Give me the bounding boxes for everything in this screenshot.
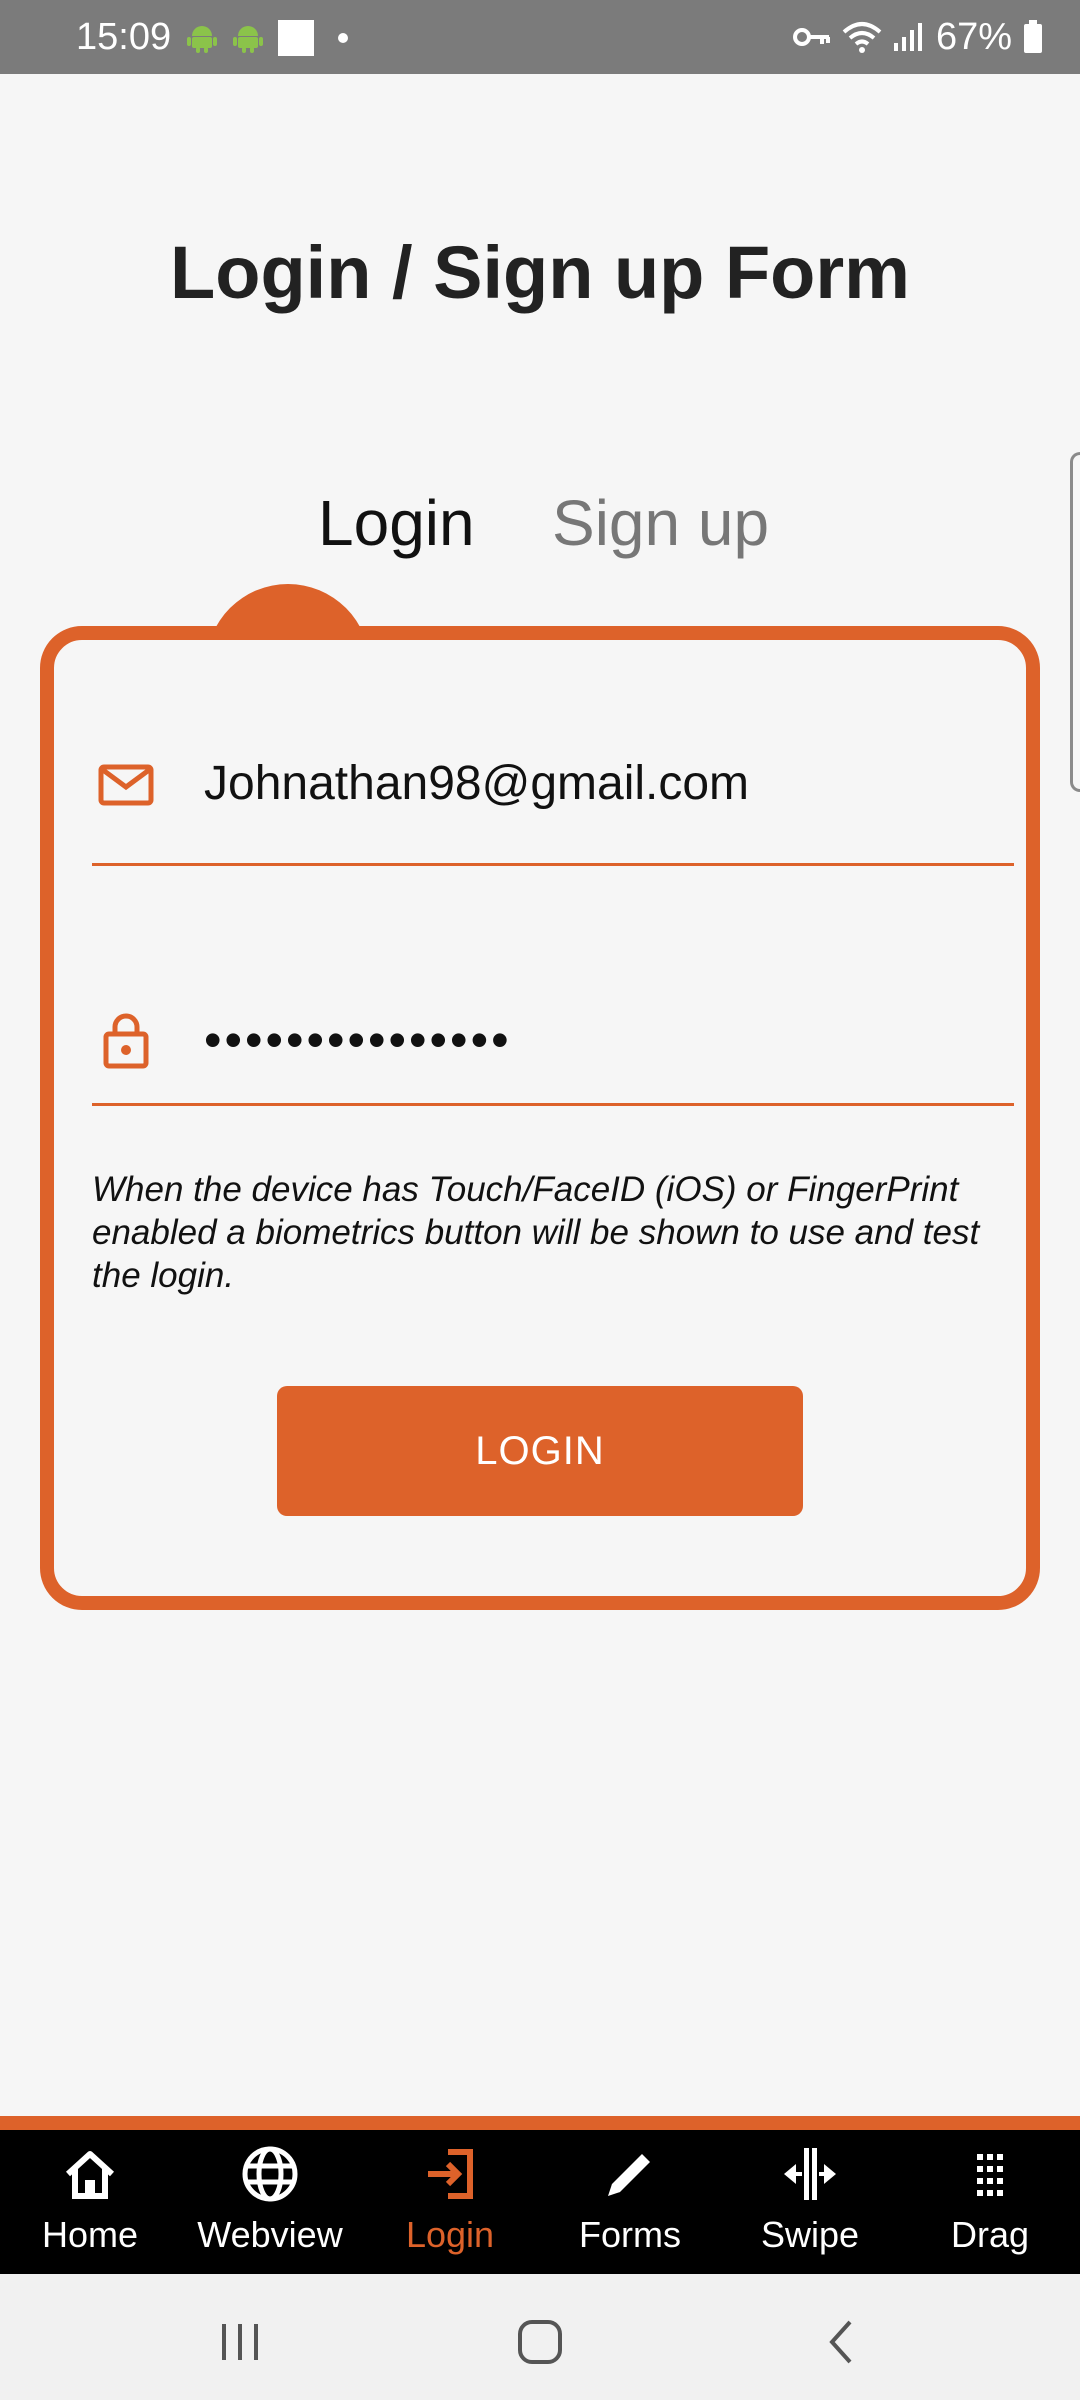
login-icon — [428, 2149, 473, 2199]
grid-dots-icon — [977, 2154, 1003, 2196]
home-circle-icon[interactable] — [510, 2312, 570, 2372]
nav-label: Webview — [197, 2214, 343, 2255]
status-notifications — [186, 20, 348, 56]
android-icon — [233, 26, 263, 53]
wifi-icon — [842, 22, 882, 53]
nav-item-login[interactable]: Login — [360, 2130, 540, 2274]
nav-label: Login — [405, 2214, 495, 2255]
tab-signup[interactable]: Sign up — [552, 485, 769, 561]
login-form-card: Johnathan98@gmail.com ••••••••••••••• Wh… — [40, 626, 1040, 1610]
nav-item-drag[interactable]: Drag — [900, 2130, 1080, 2274]
globe-icon — [242, 2146, 298, 2202]
bottom-nav: Home Webview Login Forms Swipe Drag — [0, 2130, 1080, 2274]
android-icon — [187, 26, 217, 53]
lock-icon — [103, 1013, 149, 1069]
edge-panel-handle[interactable] — [1070, 452, 1080, 792]
biometrics-hint: When the device has Touch/FaceID (iOS) o… — [92, 1170, 980, 1295]
pencil-icon — [608, 2154, 650, 2196]
email-field[interactable]: Johnathan98@gmail.com — [92, 744, 1014, 866]
password-field[interactable]: ••••••••••••••• — [92, 982, 1014, 1106]
recents-icon[interactable] — [210, 2312, 270, 2372]
nav-item-swipe[interactable]: Swipe — [720, 2130, 900, 2274]
password-input[interactable]: ••••••••••••••• — [204, 1012, 512, 1068]
nav-label: Swipe — [760, 2214, 860, 2255]
dot-icon — [338, 33, 348, 43]
nav-item-webview[interactable]: Webview — [180, 2130, 360, 2274]
signal-icon — [893, 23, 922, 51]
mail-icon — [98, 764, 154, 806]
swipe-icon — [784, 2148, 836, 2200]
login-button[interactable]: LOGIN — [277, 1386, 803, 1516]
battery-percentage: 67% — [935, 16, 1012, 58]
tab-login[interactable]: Login — [318, 485, 475, 561]
notification-square-icon — [278, 20, 314, 56]
back-icon[interactable] — [812, 2312, 872, 2372]
nav-accent-bar — [0, 2116, 1080, 2130]
battery-icon — [1024, 20, 1042, 53]
status-bar: 15:09 67% — [0, 0, 1080, 74]
status-right: 67% — [792, 16, 1044, 58]
page-title: Login / Sign up Form — [170, 231, 910, 314]
nav-label: Home — [41, 2214, 139, 2255]
system-nav-bar — [0, 2274, 1080, 2400]
home-icon — [65, 2151, 115, 2199]
nav-label: Drag — [950, 2214, 1030, 2255]
nav-item-forms[interactable]: Forms — [540, 2130, 720, 2274]
vpn-key-icon — [792, 28, 830, 46]
email-input[interactable]: Johnathan98@gmail.com — [204, 756, 749, 812]
nav-label: Forms — [579, 2214, 681, 2255]
status-time: 15:09 — [76, 16, 172, 58]
nav-item-home[interactable]: Home — [0, 2130, 180, 2274]
